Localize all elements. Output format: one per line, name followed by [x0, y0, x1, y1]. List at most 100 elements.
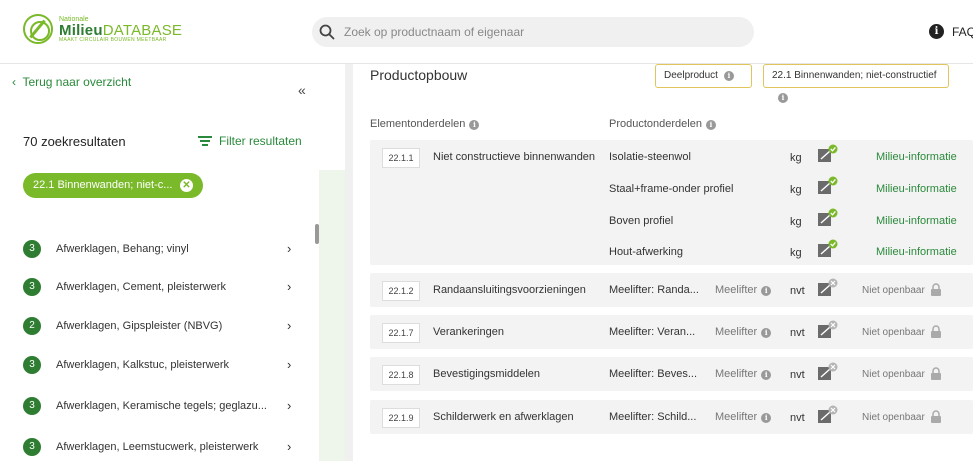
page-title: Productopbouw: [370, 67, 468, 83]
milieu-informatie-link[interactable]: Milieu-informatie: [876, 215, 957, 227]
product-part-name: Meelifter: Schild...: [609, 411, 697, 423]
unit-label: kg: [790, 152, 802, 164]
chevron-right-icon: ›: [287, 241, 292, 256]
edit-verified-icon[interactable]: [817, 208, 839, 228]
milieu-informatie-link[interactable]: Milieu-informatie: [876, 183, 957, 195]
filter-button[interactable]: Filter resultaten: [198, 134, 302, 148]
element-name: Niet constructieve binnenwanden: [433, 151, 596, 163]
result-count: 70 zoekresultaten: [23, 134, 126, 149]
meelifter-text: Meelifter: [715, 368, 758, 380]
product-part-name: Hout-afwerking: [609, 246, 683, 258]
column-header-elements: Elementonderdelen i: [370, 118, 480, 130]
meelifter-label: Meelifter i: [715, 284, 772, 296]
table-row: 22.1.1 Niet constructieve binnenwanden I…: [370, 140, 973, 265]
lock-icon: [931, 410, 941, 423]
info-icon[interactable]: i: [705, 120, 716, 130]
list-item[interactable]: 3 Afwerklagen, Kalkstuc, pleisterwerk ›: [23, 356, 303, 376]
column-header-products: Productonderdelen i: [609, 118, 716, 130]
product-part-name: Meelifter: Beves...: [609, 368, 698, 380]
list-item[interactable]: 2 Afwerklagen, Gipspleister (NBVG) ›: [23, 317, 303, 337]
element-code: 22.1.8: [382, 365, 420, 385]
close-icon[interactable]: ✕: [180, 179, 193, 192]
info-icon[interactable]: i: [778, 93, 788, 103]
deelproduct-tag[interactable]: Deelproduct i: [655, 64, 752, 88]
edit-disabled-icon: [818, 278, 838, 296]
product-part-name: Staal+frame-onder profiel: [609, 183, 734, 195]
edit-disabled-icon: [818, 362, 838, 380]
chevron-right-icon: ›: [287, 439, 292, 454]
element-code: 22.1.9: [382, 408, 420, 428]
back-link-label: Terug naar overzicht: [22, 75, 132, 89]
list-item-label: Afwerklagen, Cement, pleisterwerk: [56, 281, 226, 293]
unit-label: nvt: [790, 412, 805, 424]
count-badge: 3: [23, 278, 41, 296]
info-icon[interactable]: i: [723, 71, 734, 81]
unit-label: nvt: [790, 369, 805, 381]
product-part-name: Meelifter: Veran...: [609, 326, 696, 338]
logo[interactable]: Nationale MilieuDATABASE MAAKT CIRCULAIR…: [23, 14, 182, 44]
info-icon[interactable]: i: [761, 413, 772, 423]
element-code: 22.1.2: [382, 281, 420, 301]
edit-verified-icon[interactable]: [817, 176, 839, 196]
edit-disabled-icon: [818, 320, 838, 338]
count-badge: 3: [23, 356, 41, 374]
element-name: Randaansluitingsvoorzieningen: [433, 284, 586, 296]
list-item-label: Afwerklagen, Gipspleister (NBVG): [56, 320, 223, 332]
edit-disabled-icon: [818, 405, 838, 423]
faq-link[interactable]: FAQ: [952, 25, 973, 39]
search-bar: [312, 17, 754, 47]
meelifter-text: Meelifter: [715, 326, 758, 338]
logo-icon: [23, 14, 53, 44]
list-item-label: Afwerklagen, Keramische tegels; geglazu.…: [56, 400, 267, 412]
element-code: 22.1.1: [382, 148, 420, 168]
unit-label: kg: [790, 184, 802, 196]
info-icon[interactable]: i: [761, 328, 772, 338]
unit-label: nvt: [790, 285, 805, 297]
meelifter-label: Meelifter i: [715, 411, 772, 423]
info-icon[interactable]: i: [469, 120, 480, 130]
element-name: Verankeringen: [433, 326, 504, 338]
edit-verified-icon[interactable]: [817, 144, 839, 164]
active-filter-label: 22.1 Binnenwanden; niet-c...: [33, 179, 173, 191]
lock-icon: [931, 283, 941, 296]
meelifter-label: Meelifter i: [715, 368, 772, 380]
count-badge: 3: [23, 240, 41, 258]
logo-brand-main: Milieu: [59, 21, 103, 39]
count-badge: 3: [23, 438, 41, 456]
logo-tagline: MAAKT CIRCULAIR BOUWEN MEETBAAR: [59, 36, 167, 43]
meelifter-text: Meelifter: [715, 284, 758, 296]
chevron-right-icon: ›: [287, 279, 292, 294]
table-row: 22.1.7 Verankeringen Meelifter: Veran...…: [370, 315, 973, 349]
info-icon[interactable]: i: [929, 24, 944, 39]
category-tag[interactable]: 22.1 Binnenwanden; niet-constructief i: [763, 64, 949, 103]
edit-verified-icon[interactable]: [817, 239, 839, 259]
list-item-label: Afwerklagen, Behang; vinyl: [56, 243, 189, 255]
sidebar-gutter-band: [319, 170, 345, 461]
list-item[interactable]: 3 Afwerklagen, Leemstucwerk, pleisterwer…: [23, 438, 303, 458]
unit-label: kg: [790, 247, 802, 259]
status-label: Niet openbaar: [862, 369, 925, 380]
chevron-right-icon: ›: [287, 318, 292, 333]
list-item[interactable]: 3 Afwerklagen, Cement, pleisterwerk ›: [23, 278, 303, 298]
collapse-sidebar-button[interactable]: «: [298, 82, 306, 98]
active-filter-chip[interactable]: 22.1 Binnenwanden; niet-c... ✕: [23, 173, 203, 198]
milieu-informatie-link[interactable]: Milieu-informatie: [876, 151, 957, 163]
milieu-informatie-link[interactable]: Milieu-informatie: [876, 246, 957, 258]
filter-button-label: Filter resultaten: [219, 134, 302, 148]
lock-icon: [931, 367, 941, 380]
column-header-products-label: Productonderdelen: [609, 118, 702, 130]
info-icon[interactable]: i: [761, 286, 772, 296]
list-item-label: Afwerklagen, Leemstucwerk, pleisterwerk: [56, 441, 259, 453]
list-item[interactable]: 3 Afwerklagen, Keramische tegels; geglaz…: [23, 397, 303, 417]
search-icon[interactable]: [318, 23, 336, 41]
search-input[interactable]: [344, 17, 744, 47]
logo-text: Nationale MilieuDATABASE MAAKT CIRCULAIR…: [59, 16, 182, 43]
logo-brand: MilieuDATABASE: [59, 23, 182, 38]
list-item[interactable]: 3 Afwerklagen, Behang; vinyl ›: [23, 240, 303, 260]
back-link[interactable]: ‹ Terug naar overzicht: [12, 75, 131, 89]
info-icon[interactable]: i: [761, 370, 772, 380]
column-header-elements-label: Elementonderdelen: [370, 118, 466, 130]
count-badge: 2: [23, 317, 41, 335]
sidebar: ‹ Terug naar overzicht « 70 zoekresultat…: [0, 64, 316, 461]
table-row: 22.1.8 Bevestigingsmiddelen Meelifter: B…: [370, 357, 973, 391]
